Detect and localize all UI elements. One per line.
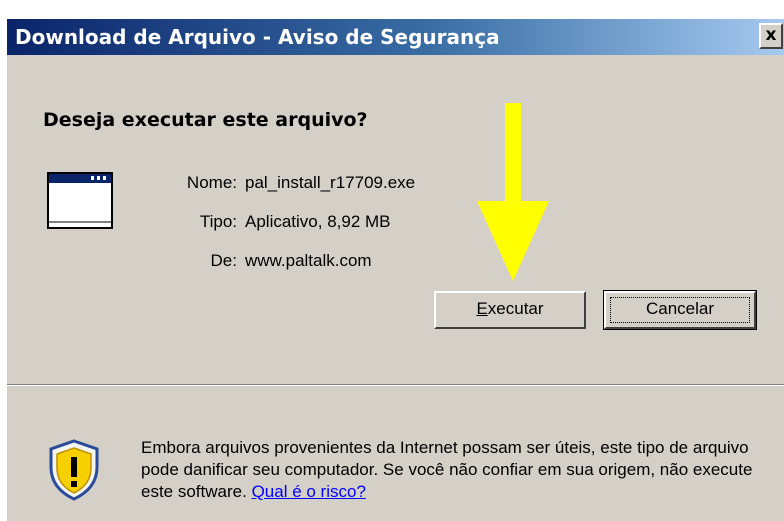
file-type-value: Aplicativo, 8,92 MB bbox=[245, 212, 391, 231]
separator bbox=[7, 384, 784, 386]
yellow-arrow-annotation bbox=[477, 103, 549, 281]
close-button[interactable]: x bbox=[759, 23, 783, 49]
cancel-button[interactable]: Cancelar bbox=[603, 290, 757, 330]
focus-rect bbox=[610, 297, 750, 323]
dialog-question: Deseja executar este arquivo? bbox=[43, 109, 368, 131]
title-bar[interactable]: Download de Arquivo - Aviso de Segurança… bbox=[7, 19, 784, 55]
warning-text: Embora arquivos provenientes da Internet… bbox=[141, 438, 753, 501]
file-name-label: Nome: bbox=[186, 173, 237, 192]
window-title: Download de Arquivo - Aviso de Segurança bbox=[15, 25, 500, 49]
run-button-label: xecutar bbox=[487, 299, 544, 318]
file-source-label: De: bbox=[210, 251, 237, 270]
risk-help-link[interactable]: Qual é o risco? bbox=[252, 482, 366, 501]
file-name-value: pal_install_r17709.exe bbox=[245, 173, 416, 192]
file-type-label: Tipo: bbox=[199, 212, 237, 231]
close-icon: x bbox=[765, 25, 777, 45]
warning-message: Embora arquivos provenientes da Internet… bbox=[141, 437, 771, 503]
file-source-value: www.paltalk.com bbox=[245, 251, 372, 270]
download-security-dialog: Download de Arquivo - Aviso de Segurança… bbox=[6, 18, 784, 521]
run-button[interactable]: Executar bbox=[434, 291, 586, 329]
security-shield-warning-icon bbox=[49, 439, 99, 501]
run-button-mnemonic: E bbox=[476, 299, 488, 318]
application-window-icon bbox=[47, 172, 113, 229]
